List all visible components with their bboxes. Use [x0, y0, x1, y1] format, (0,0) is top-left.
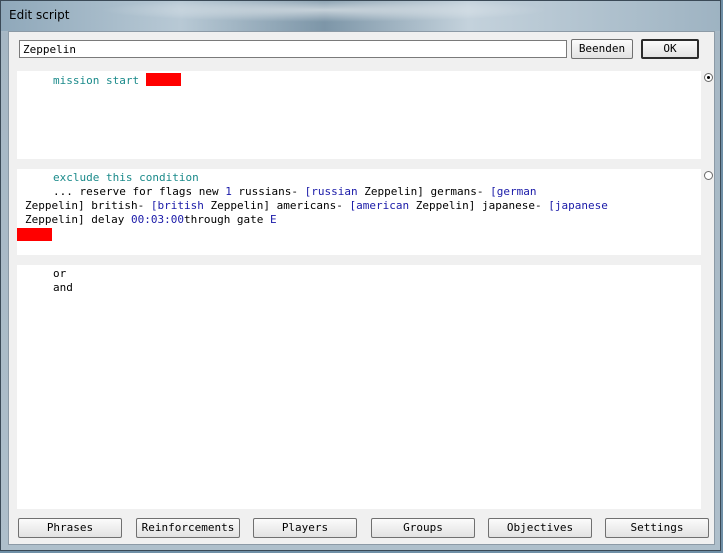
script-name-input[interactable]: [19, 40, 567, 58]
edit-script-window: Edit script Beenden OK mission start exc…: [0, 0, 721, 551]
and-operator[interactable]: and: [17, 281, 701, 295]
groups-button[interactable]: Groups: [371, 518, 475, 538]
russians-label: russians-: [231, 185, 305, 198]
reserve-line: ... reserve for flags new 1 russians- [r…: [17, 185, 701, 199]
players-button[interactable]: Players: [253, 518, 357, 538]
settings-button[interactable]: Settings: [605, 518, 709, 538]
condition-2-radio[interactable]: [704, 171, 713, 180]
delay-time-value[interactable]: 00:03:00: [131, 213, 184, 226]
count-value[interactable]: 1: [225, 185, 232, 198]
condition-1-radio[interactable]: [704, 73, 713, 82]
title-bar[interactable]: Edit script: [1, 1, 720, 31]
americans-label: Zeppelin] americans-: [203, 199, 350, 212]
window-title: Edit script: [9, 8, 70, 22]
objectives-button[interactable]: Objectives: [488, 518, 592, 538]
reserve-text: ... reserve for flags new: [53, 185, 226, 198]
condition-1-line: mission start: [17, 71, 701, 88]
russian-unit-value[interactable]: [russian: [305, 185, 358, 198]
japanese-unit-value[interactable]: [japanese: [548, 199, 608, 212]
gate-label: through gate: [183, 213, 271, 226]
condition-panel-1[interactable]: mission start: [17, 71, 713, 159]
placeholder-row: [17, 228, 701, 243]
exclude-condition-keyword[interactable]: exclude this condition: [53, 171, 199, 184]
or-operator[interactable]: or: [17, 265, 701, 281]
reinforcements-button[interactable]: Reinforcements: [136, 518, 240, 538]
reserve-line-2: Zeppelin] british- [british Zeppelin] am…: [17, 199, 701, 213]
british-label: Zeppelin] british-: [25, 199, 151, 212]
exclude-condition-line: exclude this condition: [17, 169, 701, 185]
american-unit-value[interactable]: [american: [350, 199, 410, 212]
british-unit-value[interactable]: [british: [151, 199, 204, 212]
condition-panel-2[interactable]: exclude this condition ... reserve for f…: [17, 169, 713, 255]
phrases-button[interactable]: Phrases: [18, 518, 122, 538]
parameter-placeholder[interactable]: [145, 73, 181, 86]
client-area: Beenden OK mission start exclude this co…: [8, 31, 715, 545]
mission-start-keyword[interactable]: mission start: [53, 74, 139, 87]
delay-label: Zeppelin] delay: [25, 213, 131, 226]
japanese-label: Zeppelin] japanese-: [409, 199, 549, 212]
germans-label: Zeppelin] germans-: [357, 185, 491, 198]
gate-value[interactable]: E: [270, 213, 277, 226]
beenden-button[interactable]: Beenden: [571, 39, 633, 59]
delay-line: Zeppelin] delay 00:03:00through gate E: [17, 213, 701, 227]
german-unit-value[interactable]: [german: [490, 185, 536, 198]
ok-button[interactable]: OK: [641, 39, 699, 59]
operator-panel[interactable]: or and: [17, 265, 701, 509]
parameter-placeholder-2[interactable]: [17, 228, 52, 241]
